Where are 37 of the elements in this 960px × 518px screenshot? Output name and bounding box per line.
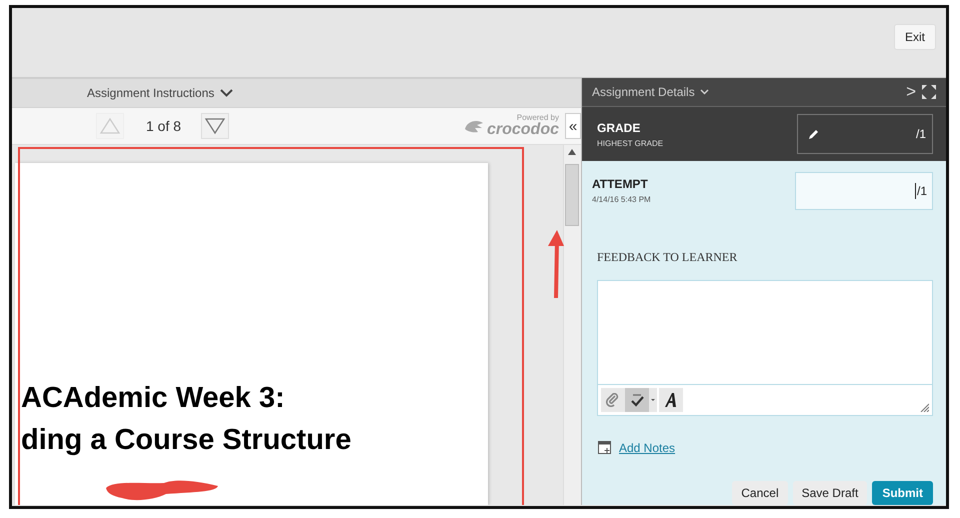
- save-draft-button[interactable]: Save Draft: [792, 480, 868, 505]
- paperclip-icon: [606, 392, 620, 407]
- instructions-dropdown[interactable]: Assignment Instructions: [87, 86, 234, 100]
- details-dropdown[interactable]: Assignment Details: [592, 84, 709, 99]
- attempt-label: ATTEMPT: [592, 177, 649, 192]
- cancel-button[interactable]: Cancel: [732, 480, 788, 505]
- grade-sublabel: HIGHEST GRADE: [597, 138, 664, 148]
- chevron-down-icon: [220, 89, 234, 97]
- powered-by-caption: Powered by: [516, 114, 559, 122]
- document-heading-line: ACAdemic Week 3:: [21, 381, 286, 416]
- attempt-date: 4/14/16 5:43 PM: [592, 195, 651, 204]
- brand-name: crocodoc: [486, 122, 559, 138]
- next-page-button[interactable]: [201, 113, 230, 139]
- grade-field[interactable]: /1: [797, 114, 933, 154]
- pencil-icon: [808, 128, 820, 140]
- grade-label: GRADE: [597, 120, 642, 135]
- notes-icon: [598, 441, 611, 454]
- submit-button[interactable]: Submit: [872, 480, 933, 505]
- fullscreen-icon[interactable]: [922, 84, 936, 99]
- exit-button[interactable]: Exit: [894, 24, 936, 50]
- attempt-grade-field[interactable]: /1: [795, 172, 933, 210]
- scroll-up-icon[interactable]: [568, 149, 576, 155]
- collapse-button[interactable]: «: [565, 113, 581, 139]
- feedback-label: FEEDBACK TO LEARNER: [597, 250, 738, 265]
- scroll-thumb[interactable]: [565, 164, 579, 226]
- annotation-arrow: [546, 230, 566, 300]
- resize-grip-icon[interactable]: [920, 402, 929, 412]
- page-counter: 1 of 8: [146, 118, 182, 134]
- expand-button[interactable]: >: [900, 82, 922, 102]
- chevron-down-icon: [700, 88, 709, 95]
- document-heading-line: ding a Course Structure: [21, 423, 352, 458]
- spellcheck-button[interactable]: [625, 388, 649, 412]
- italic-letter-icon: [664, 392, 678, 408]
- font-style-button[interactable]: [659, 388, 683, 412]
- scrollbar[interactable]: [563, 145, 581, 505]
- add-notes-link[interactable]: Add Notes: [619, 440, 676, 455]
- spellcheck-icon: [629, 392, 645, 407]
